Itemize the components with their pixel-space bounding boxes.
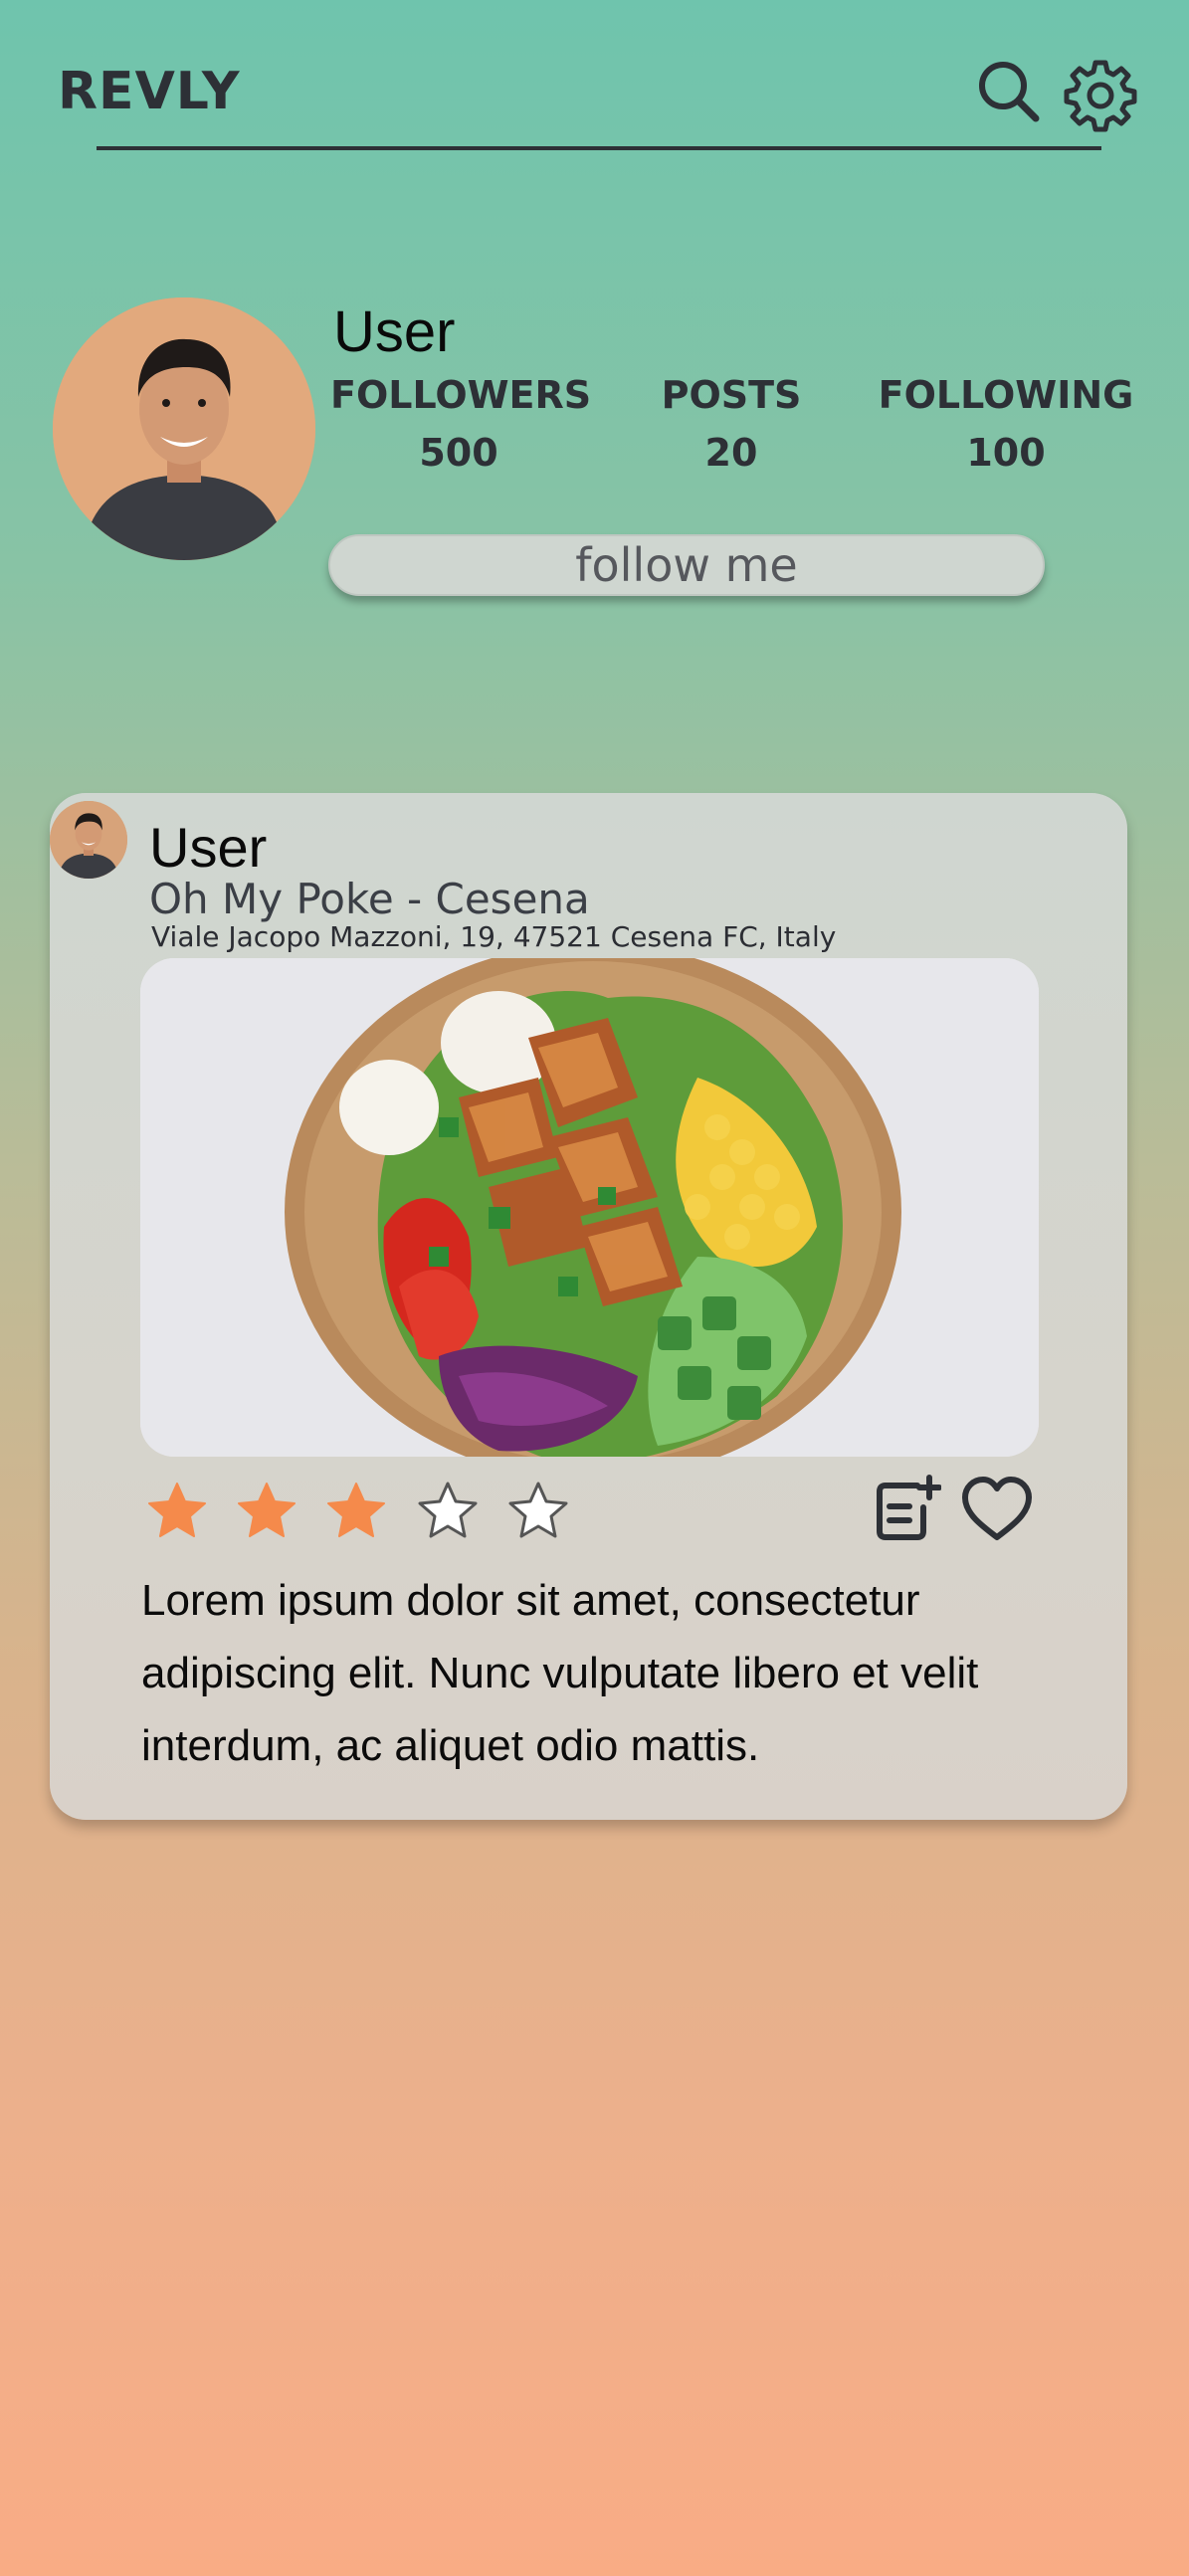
star-filled-icon[interactable] (235, 1480, 298, 1543)
following-stat[interactable]: FOLLOWING 100 (876, 373, 1136, 475)
post-place-address: Viale Jacopo Mazzoni, 19, 47521 Cesena F… (151, 920, 837, 953)
post-author-avatar[interactable] (50, 801, 127, 879)
post-text: Lorem ipsum dolor sit amet, consectetur … (141, 1576, 979, 1770)
gear-icon[interactable] (1063, 58, 1138, 133)
followers-stat[interactable]: FOLLOWERS 500 (330, 373, 592, 475)
star-empty-icon[interactable] (416, 1480, 480, 1543)
star-filled-icon[interactable] (324, 1480, 388, 1543)
post-place-name[interactable]: Oh My Poke - Cesena (149, 875, 590, 923)
post-photo[interactable] (140, 958, 1039, 1457)
avatar-image (53, 297, 315, 560)
heart-icon[interactable] (961, 1476, 1033, 1543)
following-label: FOLLOWING (878, 373, 1134, 417)
profile-username: User (333, 299, 456, 364)
profile-avatar[interactable] (53, 297, 315, 560)
add-note-icon[interactable] (872, 1474, 941, 1543)
posts-count: 20 (704, 431, 758, 475)
header-divider (97, 146, 1101, 150)
star-empty-icon[interactable] (506, 1480, 570, 1543)
poke-bowl-image (140, 958, 1039, 1457)
followers-label: FOLLOWERS (330, 373, 592, 417)
avatar-image (50, 801, 127, 879)
follow-button[interactable]: follow me (328, 534, 1045, 596)
search-icon[interactable] (975, 58, 1043, 125)
app-header: REVLY (0, 0, 1189, 159)
post-card: User Oh My Poke - Cesena Viale Jacopo Ma… (50, 793, 1127, 1820)
app-logo: REVLY (58, 62, 241, 121)
posts-label: POSTS (661, 373, 802, 417)
star-filled-icon[interactable] (145, 1480, 209, 1543)
following-count: 100 (966, 431, 1046, 475)
posts-stat[interactable]: POSTS 20 (657, 373, 806, 475)
followers-count: 500 (419, 431, 498, 475)
post-author-name[interactable]: User (149, 815, 267, 880)
